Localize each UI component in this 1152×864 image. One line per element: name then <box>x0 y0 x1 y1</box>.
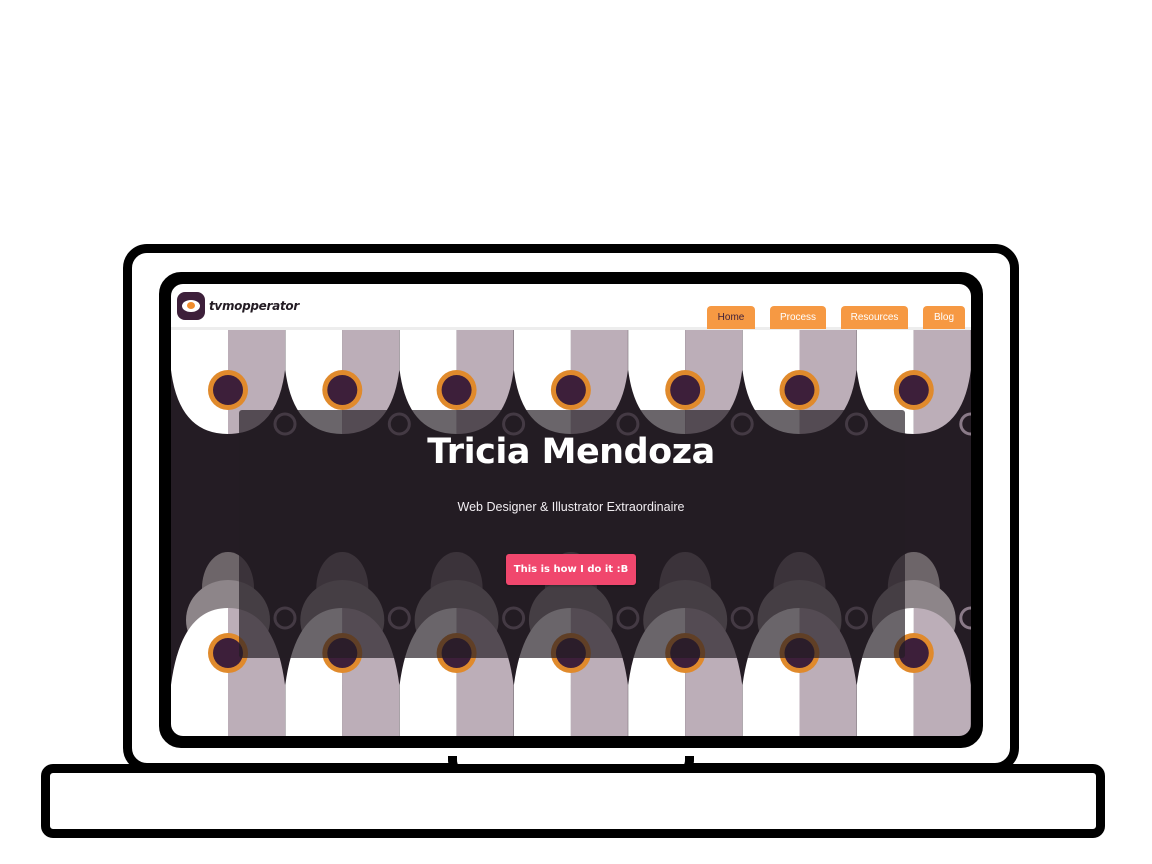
egg-yolk-top <box>898 375 929 405</box>
hero-subtitle: Web Designer & Illustrator Extraordinair… <box>457 500 685 514</box>
laptop-base <box>41 764 1105 838</box>
egg-yolk-top <box>327 375 358 405</box>
nav-blog-tab[interactable]: Blog <box>923 306 965 329</box>
nav-home-tab[interactable]: Home <box>707 306 755 329</box>
site-logo[interactable]: tvmopperator <box>177 292 299 320</box>
egg-logo-icon <box>177 292 205 320</box>
hero-title: Tricia Mendoza <box>427 432 715 472</box>
ring-motif-bottom <box>959 606 971 630</box>
egg-yolk-top <box>555 375 586 405</box>
cta-button[interactable]: This is how I do it :B <box>506 554 636 585</box>
egg-mauve-bottom <box>913 608 971 736</box>
egg-yolk-top <box>213 375 243 405</box>
egg-yolk-top <box>784 375 815 405</box>
egg-yolk-top <box>441 375 472 405</box>
logo-wordmark: tvmopperator <box>209 299 299 313</box>
ring-motif-top <box>959 412 971 436</box>
website-screen: tvmopperator Home Process Resources Blog… <box>171 284 971 736</box>
nav-resources-tab[interactable]: Resources <box>841 306 908 329</box>
nav-process-tab[interactable]: Process <box>770 306 826 329</box>
site-header: tvmopperator Home Process Resources Blog <box>171 284 971 330</box>
egg-white-bottom <box>171 608 228 736</box>
egg-yolk-top <box>670 375 701 405</box>
